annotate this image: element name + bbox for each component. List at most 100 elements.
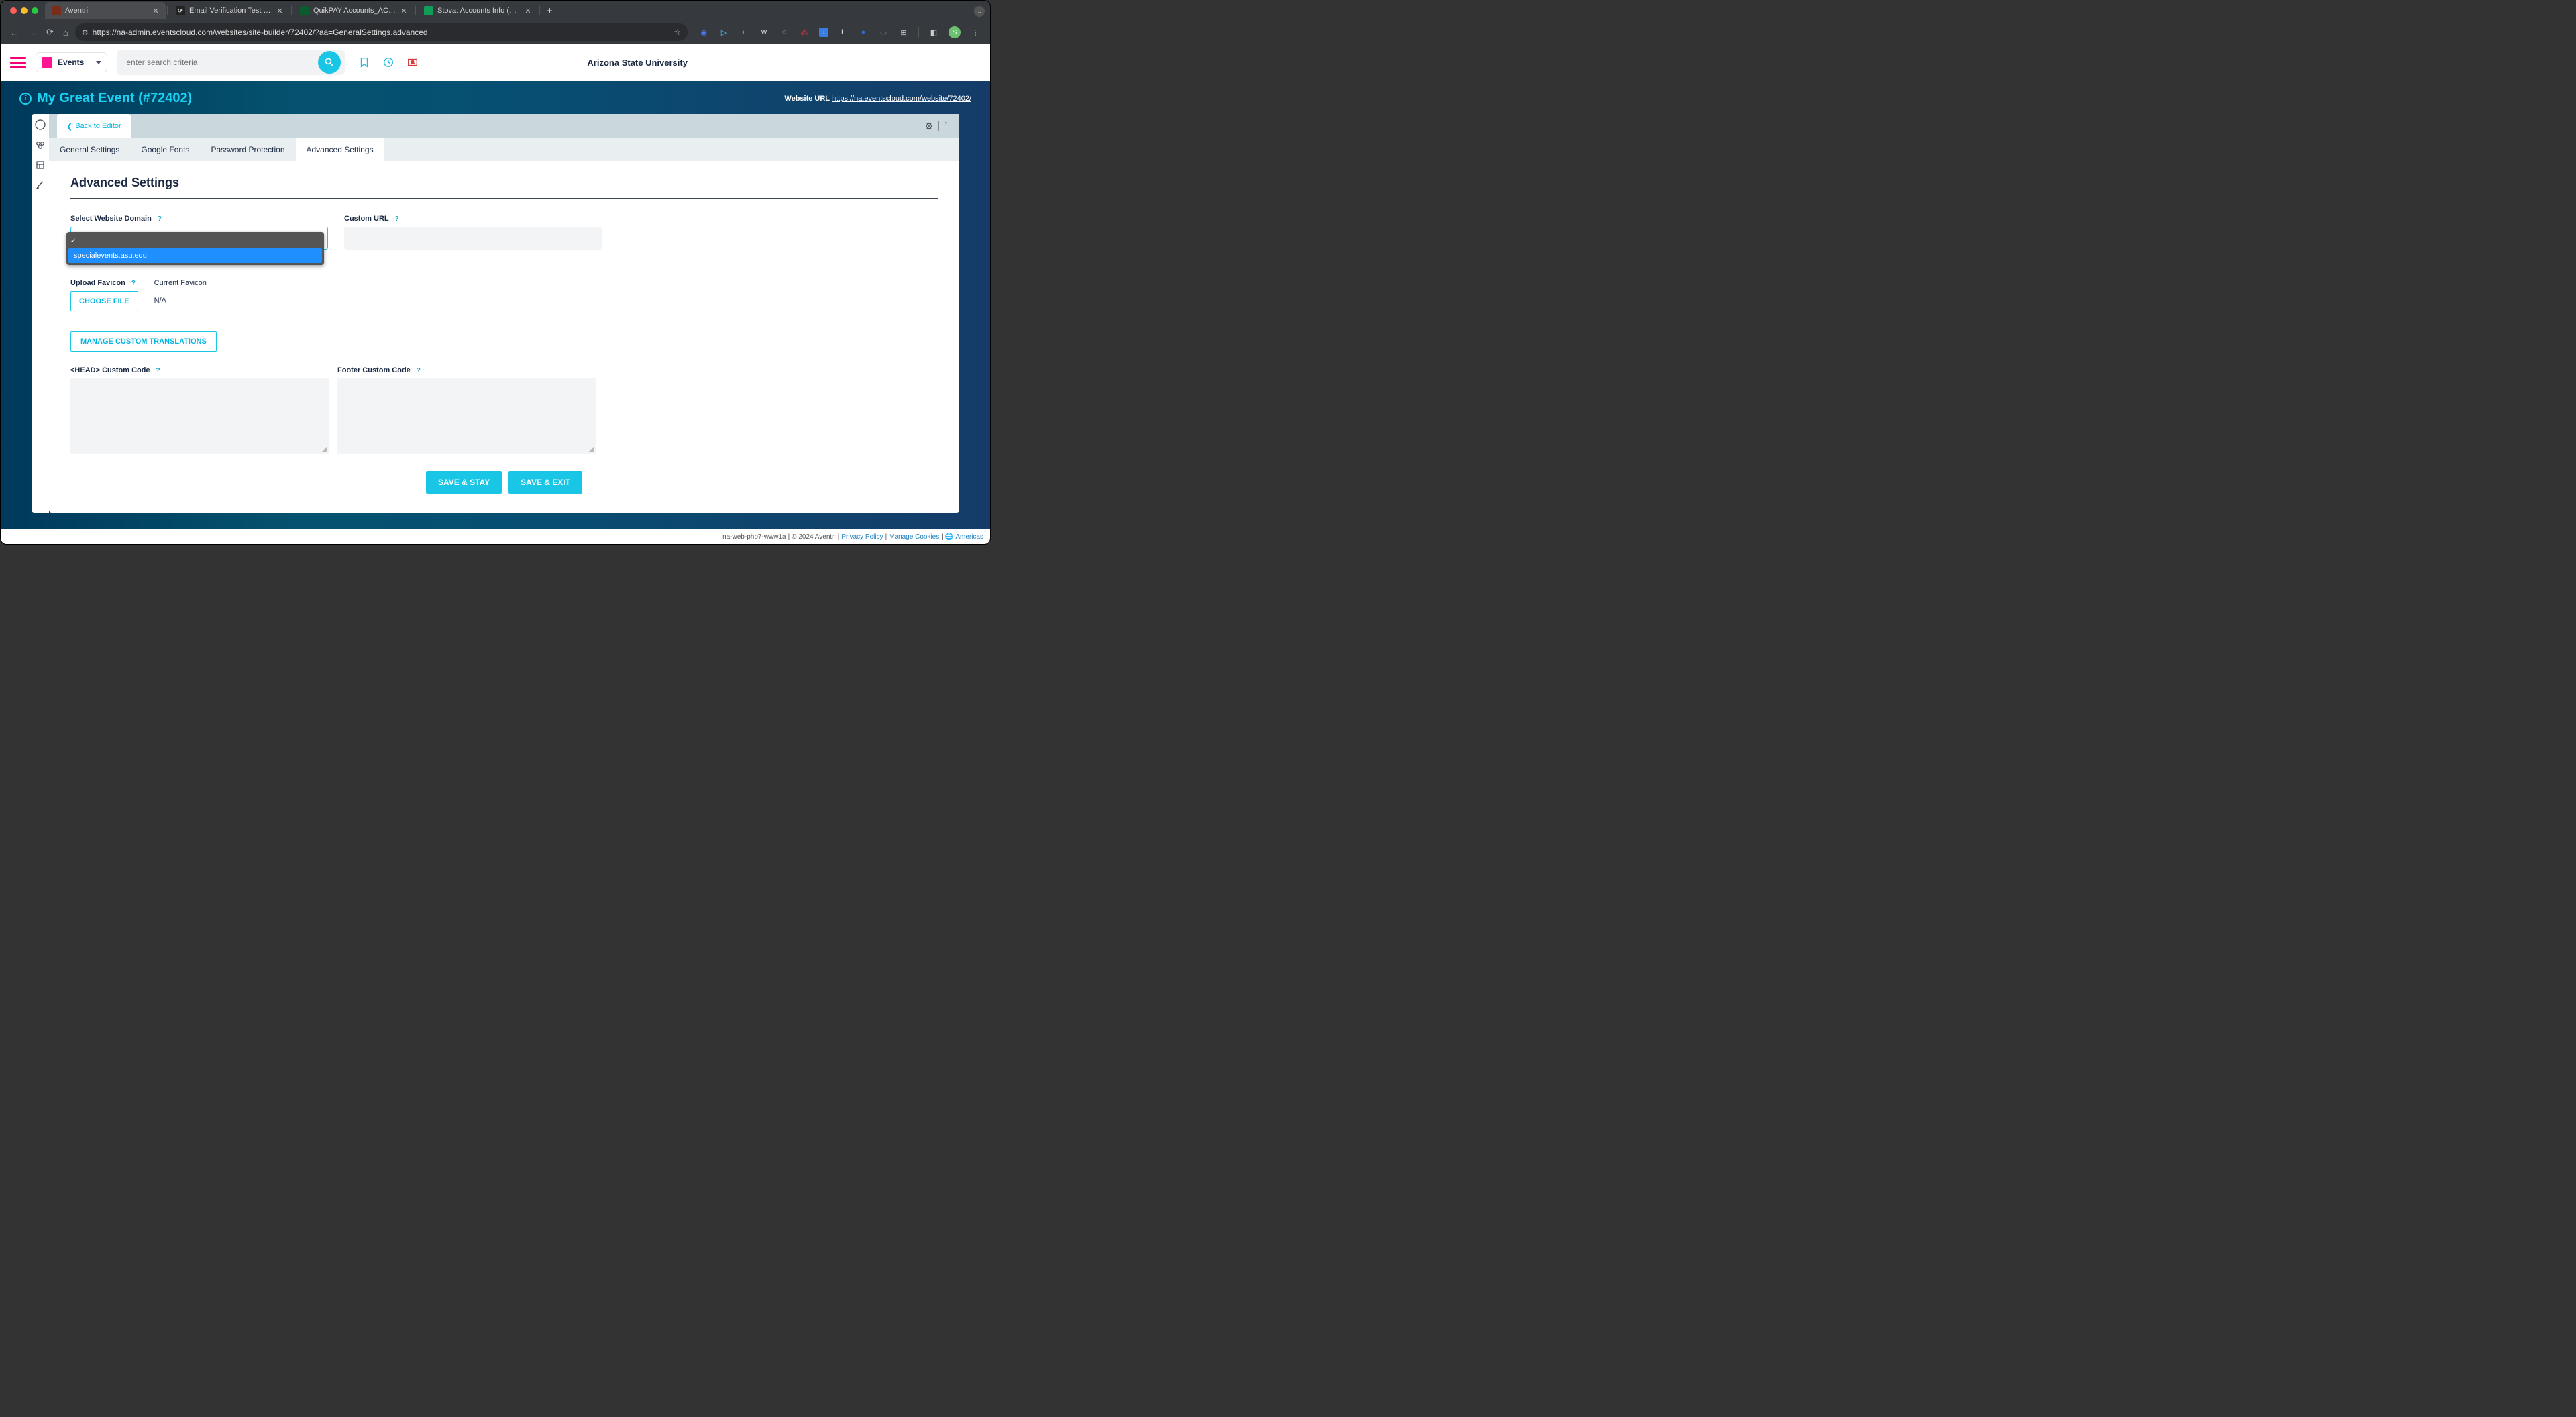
menu-dots-icon[interactable]: ⋮ xyxy=(970,27,981,38)
choose-file-button[interactable]: CHOOSE FILE xyxy=(70,291,138,311)
close-tab-icon[interactable]: ✕ xyxy=(152,7,159,14)
new-tab-button[interactable]: + xyxy=(541,5,558,17)
modules-icon[interactable] xyxy=(35,140,46,150)
help-icon[interactable]: ? xyxy=(156,215,164,223)
maximize-window-icon[interactable] xyxy=(32,7,38,14)
clock-icon[interactable] xyxy=(382,56,394,68)
extension-icon[interactable]: ◐ xyxy=(739,27,749,38)
extension-icon[interactable]: ◉ xyxy=(698,27,709,38)
dropdown-option-specialevents[interactable]: specialevents.asu.edu xyxy=(68,248,322,263)
brush-icon[interactable] xyxy=(35,180,46,191)
tab-advanced-settings[interactable]: Advanced Settings xyxy=(296,138,384,161)
help-icon[interactable]: ? xyxy=(154,366,162,374)
events-dropdown[interactable]: Events xyxy=(36,52,107,72)
footer-code-label: Footer Custom Code ? xyxy=(337,366,596,374)
extensions-puzzle-icon[interactable]: ⊞ xyxy=(898,27,909,38)
browser-tab[interactable]: ⟳ Email Verification Test - New ✕ xyxy=(169,2,290,19)
tab-separator xyxy=(167,6,168,15)
footer-copyright: © 2024 Aventri xyxy=(792,533,836,541)
panel-content: Advanced Settings Select Website Domain … xyxy=(49,161,959,513)
browser-tab[interactable]: QuikPAY Accounts_ACCT AD ✕ xyxy=(293,2,414,19)
save-stay-button[interactable]: SAVE & STAY xyxy=(426,471,502,494)
custom-url-input[interactable] xyxy=(344,227,602,250)
search-icon xyxy=(324,57,335,68)
back-button[interactable]: ← xyxy=(10,28,19,38)
calendar-icon xyxy=(42,57,52,68)
compass-icon[interactable] xyxy=(35,119,46,130)
contact-card-icon[interactable] xyxy=(407,56,419,68)
head-code-textarea[interactable] xyxy=(70,378,329,454)
extension-icon[interactable]: ● xyxy=(858,27,869,38)
footer-cookies-link[interactable]: Manage Cookies xyxy=(889,533,939,541)
forward-button[interactable]: → xyxy=(28,28,37,38)
close-tab-icon[interactable]: ✕ xyxy=(400,7,407,14)
extension-icon[interactable]: ◌ xyxy=(779,27,790,38)
resize-grip-icon[interactable] xyxy=(589,446,594,452)
tab-password-protection[interactable]: Password Protection xyxy=(200,138,295,161)
dropdown-option-text: specialevents.asu.edu xyxy=(74,252,147,260)
dropdown-option-blank[interactable] xyxy=(68,234,322,248)
extension-icon[interactable]: ▷ xyxy=(718,27,729,38)
footer-region-link[interactable]: Americas xyxy=(955,533,983,541)
events-label: Events xyxy=(58,58,84,67)
fullscreen-icon[interactable]: ⛶ xyxy=(945,121,951,132)
expand-tabs-icon[interactable]: ⌄ xyxy=(974,6,985,17)
help-icon[interactable]: ? xyxy=(129,279,138,287)
tab-separator xyxy=(415,6,416,15)
footer-privacy-link[interactable]: Privacy Policy xyxy=(841,533,883,541)
domain-dropdown-panel: specialevents.asu.edu xyxy=(66,232,324,265)
bookmark-icon[interactable] xyxy=(358,56,370,68)
domain-label-text: Select Website Domain xyxy=(70,215,152,223)
bookmark-star-icon[interactable]: ☆ xyxy=(674,28,681,37)
extension-icon[interactable]: ⁂ xyxy=(799,27,810,38)
close-tab-icon[interactable]: ✕ xyxy=(525,7,531,14)
footer-sep: | xyxy=(941,533,943,541)
home-button[interactable]: ⌂ xyxy=(63,28,68,38)
head-code-text: <HEAD> Custom Code xyxy=(70,366,150,374)
minimize-window-icon[interactable] xyxy=(21,7,28,14)
favicon-block: Upload Favicon ? CHOOSE FILE Current Fav… xyxy=(70,279,328,311)
chevron-down-icon xyxy=(96,61,101,64)
current-favicon-value: N/A xyxy=(154,291,207,305)
info-icon[interactable]: i xyxy=(19,93,32,105)
tab-general-settings[interactable]: General Settings xyxy=(49,138,130,161)
browser-tab[interactable]: Stova: Accounts Info (For Acc ✕ xyxy=(417,2,538,19)
close-tab-icon[interactable]: ✕ xyxy=(276,7,283,14)
hamburger-menu-icon[interactable] xyxy=(10,57,26,68)
favicon-icon xyxy=(300,6,309,15)
help-icon[interactable]: ? xyxy=(415,366,423,374)
extension-icon[interactable]: L xyxy=(838,27,849,38)
search-input[interactable] xyxy=(126,58,313,67)
gear-icon[interactable]: ⚙ xyxy=(925,121,934,132)
tab-title: Aventri xyxy=(65,7,148,15)
close-window-icon[interactable] xyxy=(10,7,17,14)
browser-tab-active[interactable]: Aventri ✕ xyxy=(45,2,166,19)
extension-icon[interactable]: ▭ xyxy=(878,27,889,38)
footer-code-textarea[interactable] xyxy=(337,378,596,454)
url-field[interactable]: ⚙ https://na-admin.eventscloud.com/websi… xyxy=(75,23,688,41)
site-settings-icon[interactable]: ⚙ xyxy=(82,28,89,37)
back-to-editor-label: Back to Editor xyxy=(75,122,121,130)
url-text: https://na-admin.eventscloud.com/website… xyxy=(93,28,428,37)
resize-grip-icon[interactable] xyxy=(322,446,327,452)
layout-icon[interactable] xyxy=(35,160,46,170)
website-url-label: Website URL xyxy=(784,95,830,103)
website-url-link[interactable]: https://na.eventscloud.com/website/72402… xyxy=(832,95,971,103)
extension-icon[interactable]: ↓ xyxy=(819,28,828,37)
reload-button[interactable]: ⟳ xyxy=(46,27,54,38)
profile-avatar[interactable]: S xyxy=(949,26,961,38)
extension-icon[interactable]: w xyxy=(759,27,769,38)
window-controls[interactable] xyxy=(5,7,44,14)
manage-translations-button[interactable]: MANAGE CUSTOM TRANSLATIONS xyxy=(70,331,217,352)
back-to-editor-link[interactable]: ❮ Back to Editor xyxy=(57,114,131,138)
search-box[interactable] xyxy=(117,50,345,75)
search-button[interactable] xyxy=(318,51,341,74)
save-exit-button[interactable]: SAVE & EXIT xyxy=(508,471,582,494)
browser-chrome: Aventri ✕ ⟳ Email Verification Test - Ne… xyxy=(1,1,990,44)
help-icon[interactable]: ? xyxy=(393,215,401,223)
tab-google-fonts[interactable]: Google Fonts xyxy=(130,138,200,161)
event-title-text: My Great Event (#72402) xyxy=(37,91,192,106)
panel-topbar: ❮ Back to Editor ⚙ ⛶ xyxy=(49,114,959,138)
sidepanel-icon[interactable]: ◧ xyxy=(928,27,939,38)
app-footer: na-web-php7-www1a | © 2024 Aventri | Pri… xyxy=(1,529,990,544)
